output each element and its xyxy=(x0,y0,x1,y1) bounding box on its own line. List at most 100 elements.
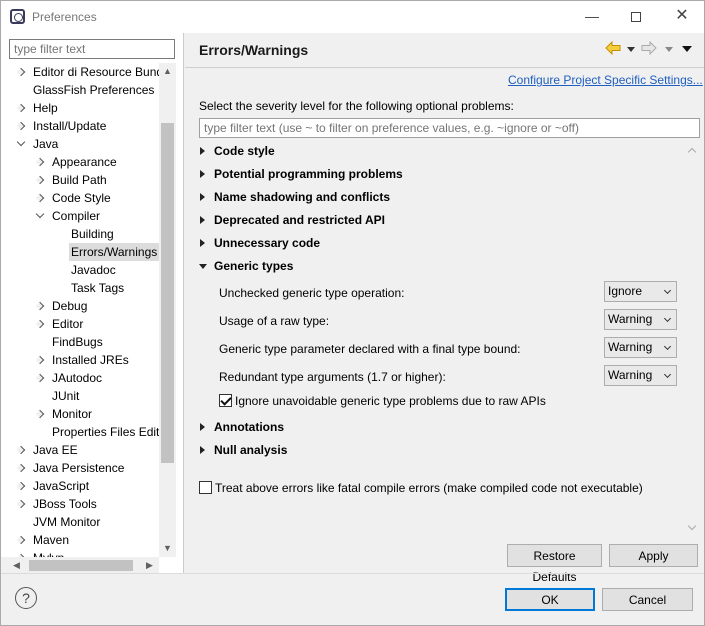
collapsed-triangle-icon xyxy=(200,170,205,178)
tree-item[interactable]: Compiler xyxy=(52,207,100,225)
scroll-right-arrow-icon[interactable]: ▶ xyxy=(141,557,158,574)
tree-item[interactable]: Properties Files Edito xyxy=(52,423,159,441)
collapsed-chevron-icon[interactable] xyxy=(16,121,26,131)
tree-item[interactable]: Debug xyxy=(52,297,87,315)
collapsed-chevron-icon[interactable] xyxy=(35,157,45,167)
collapsed-chevron-icon[interactable] xyxy=(35,373,45,383)
tree-item[interactable]: Install/Update xyxy=(33,117,106,135)
collapsed-chevron-icon[interactable] xyxy=(16,535,26,545)
tree-item[interactable]: Task Tags xyxy=(71,279,124,297)
collapsed-chevron-icon[interactable] xyxy=(35,193,45,203)
expanded-chevron-icon[interactable] xyxy=(35,209,45,219)
tree-horizontal-scrollbar[interactable]: ◀ ▶ xyxy=(1,557,159,574)
scroll-left-arrow-icon[interactable]: ◀ xyxy=(8,557,25,574)
back-arrow-icon[interactable] xyxy=(605,41,621,55)
errors-warnings-page: Errors/Warnings Configure Project Specif… xyxy=(185,33,704,584)
collapsed-chevron-icon[interactable] xyxy=(35,409,45,419)
tree-item[interactable]: Mylyn xyxy=(33,549,64,557)
view-menu-icon[interactable] xyxy=(682,46,692,52)
preference-tree: Editor di Resource Bund GlassFish Prefere… xyxy=(1,63,159,557)
tree-item[interactable]: Appearance xyxy=(52,153,117,171)
problems-filter-input[interactable] xyxy=(199,118,700,138)
restore-defaults-button[interactable]: Restore Defaults xyxy=(507,544,602,584)
options-vertical-scrollbar[interactable] xyxy=(685,143,702,535)
back-dropdown-icon[interactable] xyxy=(627,47,635,52)
close-button[interactable]: ✕ xyxy=(667,5,697,27)
tree-vertical-scroll-thumb[interactable] xyxy=(161,123,174,463)
ok-button[interactable]: OK xyxy=(505,588,595,611)
collapsed-triangle-icon xyxy=(200,423,205,431)
unchecked-generic-severity-select[interactable]: Ignore xyxy=(604,281,677,302)
tree-item[interactable]: JVM Monitor xyxy=(33,513,100,531)
chevron-down-icon xyxy=(663,342,672,351)
ignore-unavoidable-checkbox[interactable] xyxy=(219,394,232,407)
tree-item[interactable]: Installed JREs xyxy=(52,351,129,369)
tree-item[interactable]: Editor xyxy=(52,315,83,333)
expanded-chevron-icon[interactable] xyxy=(16,137,26,147)
help-icon[interactable]: ? xyxy=(15,587,37,609)
tree-item[interactable]: Java Persistence xyxy=(33,459,124,477)
severity-prompt: Select the severity level for the follow… xyxy=(199,99,514,113)
raw-type-severity-select[interactable]: Warning xyxy=(604,309,677,330)
collapsed-triangle-icon xyxy=(200,147,205,155)
preferences-window: Preferences — ✕ Editor di Resource BundG… xyxy=(0,0,705,626)
collapsed-triangle-icon xyxy=(200,239,205,247)
tree-item[interactable]: Javadoc xyxy=(71,261,116,279)
configure-project-settings-link[interactable]: Configure Project Specific Settings... xyxy=(508,73,703,87)
tree-item[interactable]: JavaScript xyxy=(33,477,89,495)
tree-item[interactable]: Build Path xyxy=(52,171,107,189)
collapsed-chevron-icon[interactable] xyxy=(16,499,26,509)
tree-item[interactable]: Code Style xyxy=(52,189,111,207)
tree-item[interactable]: GlassFish Preferences xyxy=(33,81,154,99)
tree-item[interactable]: Help xyxy=(33,99,58,117)
window-title: Preferences xyxy=(32,10,97,24)
tree-item[interactable]: Monitor xyxy=(52,405,92,423)
tree-item[interactable]: FindBugs xyxy=(52,333,103,351)
forward-dropdown-icon[interactable] xyxy=(665,47,673,52)
tree-item[interactable]: Editor di Resource Bund xyxy=(33,63,159,81)
title-separator xyxy=(185,67,704,68)
collapsed-chevron-icon[interactable] xyxy=(35,175,45,185)
redundant-type-args-severity-select[interactable]: Warning xyxy=(604,365,677,386)
tree-vertical-scrollbar[interactable]: ▲ ▼ xyxy=(159,63,176,557)
collapsed-chevron-icon[interactable] xyxy=(35,319,45,329)
tree-item[interactable]: JUnit xyxy=(52,387,79,405)
collapsed-chevron-icon[interactable] xyxy=(16,445,26,455)
tree-item[interactable]: Building xyxy=(71,225,114,243)
option-label: Redundant type arguments (1.7 or higher)… xyxy=(219,370,446,384)
apply-button[interactable]: Apply xyxy=(609,544,698,567)
collapsed-triangle-icon xyxy=(200,193,205,201)
scroll-up-arrow-icon[interactable]: ▲ xyxy=(159,63,176,80)
forward-arrow-icon[interactable] xyxy=(641,41,657,55)
chevron-up-icon[interactable] xyxy=(687,147,697,157)
treat-fatal-checkbox[interactable] xyxy=(199,481,212,494)
tree-item[interactable]: JBoss Tools xyxy=(33,495,97,513)
option-label: Generic type parameter declared with a f… xyxy=(219,342,521,356)
collapsed-triangle-icon xyxy=(200,216,205,224)
scroll-down-arrow-icon[interactable]: ▼ xyxy=(159,540,176,557)
tree-item[interactable]: Errors/Warnings xyxy=(69,243,159,261)
option-label: Usage of a raw type: xyxy=(219,314,330,328)
collapsed-chevron-icon[interactable] xyxy=(16,481,26,491)
minimize-button[interactable]: — xyxy=(577,5,607,27)
cancel-button[interactable]: Cancel xyxy=(602,588,693,611)
ignore-unavoidable-label: Ignore unavoidable generic type problems… xyxy=(235,394,546,408)
chevron-down-icon xyxy=(663,314,672,323)
final-type-bound-severity-select[interactable]: Warning xyxy=(604,337,677,358)
preference-tree-panel: Editor di Resource BundGlassFish Prefere… xyxy=(1,33,184,574)
chevron-down-icon[interactable] xyxy=(687,521,697,531)
tree-filter-input[interactable] xyxy=(9,39,175,59)
tree-item[interactable]: JAutodoc xyxy=(52,369,102,387)
tree-item[interactable]: Maven xyxy=(33,531,69,549)
tree-item[interactable]: Java EE xyxy=(33,441,78,459)
collapsed-chevron-icon[interactable] xyxy=(35,301,45,311)
collapsed-chevron-icon[interactable] xyxy=(35,355,45,365)
collapsed-triangle-icon xyxy=(200,446,205,454)
maximize-icon xyxy=(631,12,641,23)
collapsed-chevron-icon[interactable] xyxy=(16,463,26,473)
maximize-button[interactable] xyxy=(621,5,651,27)
collapsed-chevron-icon[interactable] xyxy=(16,103,26,113)
tree-horizontal-scroll-thumb[interactable] xyxy=(29,560,133,571)
collapsed-chevron-icon[interactable] xyxy=(16,67,26,77)
tree-item[interactable]: Java xyxy=(33,135,58,153)
